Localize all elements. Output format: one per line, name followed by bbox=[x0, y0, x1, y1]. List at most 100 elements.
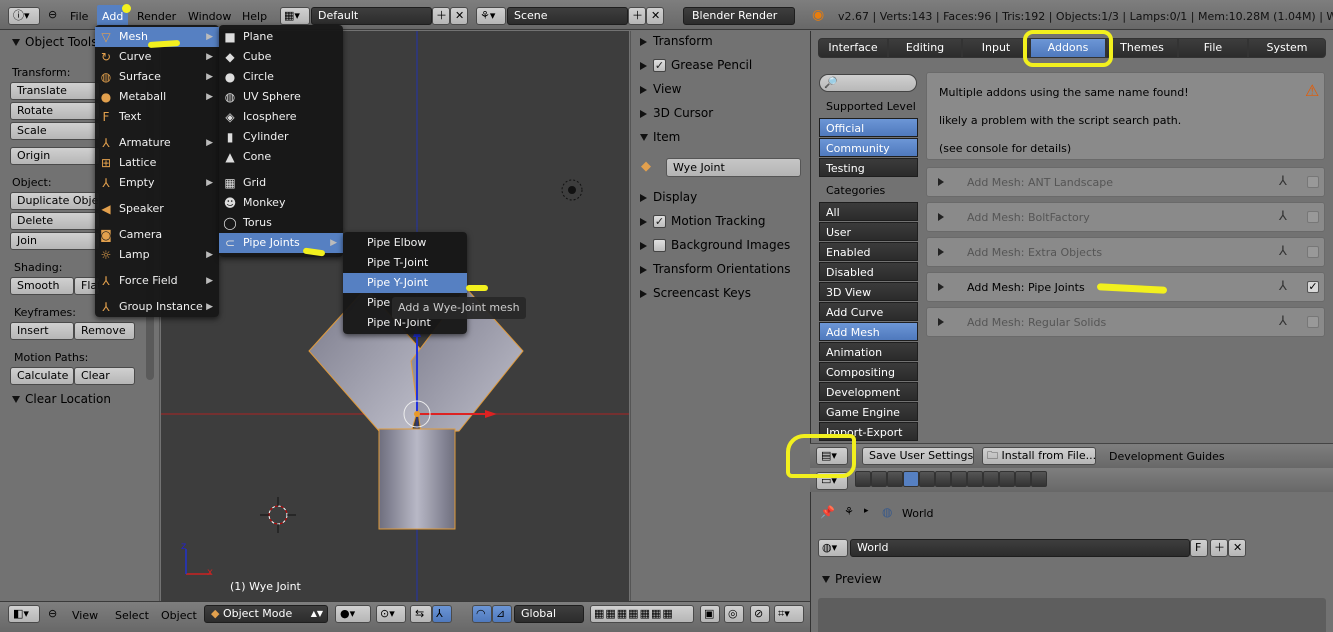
motion-tracking-panel-header[interactable]: ✓ Motion Tracking bbox=[640, 211, 765, 231]
3d-cursor-panel-header[interactable]: 3D Cursor bbox=[640, 103, 713, 123]
join-button[interactable]: Join bbox=[10, 232, 100, 250]
category-development[interactable]: Development bbox=[819, 382, 918, 401]
menu-render[interactable]: Render bbox=[137, 10, 176, 23]
pref-tab-input[interactable]: Input bbox=[962, 38, 1030, 58]
manipulator-toggle[interactable]: ⇆ bbox=[410, 605, 432, 623]
level-community[interactable]: Community bbox=[819, 138, 918, 157]
level-testing[interactable]: Testing bbox=[819, 158, 918, 177]
mesh-menu-item-cube[interactable]: ◆ Cube bbox=[219, 47, 343, 67]
snap-toggle[interactable]: ⊘ bbox=[750, 605, 770, 623]
object-menu[interactable]: Object bbox=[161, 609, 197, 622]
data-tab-icon[interactable] bbox=[967, 471, 983, 487]
add-menu-item-surface[interactable]: ◍ Surface ▶ bbox=[95, 67, 219, 87]
motion-tracking-checkbox[interactable]: ✓ bbox=[653, 215, 666, 228]
preview-header[interactable]: Preview bbox=[822, 572, 882, 586]
screencast-keys-panel-header[interactable]: Screencast Keys bbox=[640, 283, 751, 303]
category-compositing[interactable]: Compositing bbox=[819, 362, 918, 381]
modifiers-tab-icon[interactable] bbox=[951, 471, 967, 487]
pref-tab-interface[interactable]: Interface bbox=[818, 38, 888, 58]
add-menu-item-armature[interactable]: ⅄ Armature ▶ bbox=[95, 133, 219, 153]
expand-triangle-icon[interactable] bbox=[938, 248, 944, 256]
mesh-menu-item-icosphere[interactable]: ◈ Icosphere bbox=[219, 107, 343, 127]
grease-pencil-checkbox[interactable]: ✓ bbox=[653, 59, 666, 72]
object-tab-icon[interactable] bbox=[919, 471, 935, 487]
scene-field[interactable]: Scene bbox=[507, 7, 628, 25]
pivot-select[interactable]: ⊙▾ bbox=[376, 605, 406, 623]
collapse-icon[interactable]: ⊖ bbox=[48, 8, 57, 21]
background-images-panel-header[interactable]: Background Images bbox=[640, 235, 790, 255]
translate-manipulator-toggle[interactable]: ⅄ bbox=[432, 605, 452, 623]
transform-orientations-panel-header[interactable]: Transform Orientations bbox=[640, 259, 791, 279]
pref-tab-themes[interactable]: Themes bbox=[1106, 38, 1178, 58]
snap-element-select[interactable]: ⌗▾ bbox=[774, 605, 804, 623]
menu-help[interactable]: Help bbox=[242, 10, 267, 23]
particles-tab-icon[interactable] bbox=[1015, 471, 1031, 487]
addon-enable-checkbox[interactable] bbox=[1307, 176, 1319, 188]
pref-tab-system[interactable]: System bbox=[1248, 38, 1326, 58]
category-3d-view[interactable]: 3D View bbox=[819, 282, 918, 301]
clear-button[interactable]: Clear bbox=[74, 367, 135, 385]
addon-enable-checkbox[interactable] bbox=[1307, 316, 1319, 328]
world-remove-button[interactable]: ✕ bbox=[1228, 539, 1246, 557]
translate-button[interactable]: Translate bbox=[10, 82, 100, 100]
world-add-button[interactable]: ＋ bbox=[1210, 539, 1228, 557]
pipe-menu-item-pipe-elbow[interactable]: Pipe Elbow bbox=[343, 233, 467, 253]
mesh-menu-item-pipe-joints[interactable]: ⊂ Pipe Joints ▶ bbox=[219, 233, 343, 253]
category-game-engine[interactable]: Game Engine bbox=[819, 402, 918, 421]
object-tools-header[interactable]: Object Tools bbox=[12, 35, 97, 49]
addon-search-input[interactable]: 🔎 bbox=[819, 74, 917, 92]
remove-keyframe-button[interactable]: Remove bbox=[74, 322, 135, 340]
category-animation[interactable]: Animation bbox=[819, 342, 918, 361]
render-tab-icon[interactable] bbox=[855, 471, 871, 487]
expand-triangle-icon[interactable] bbox=[938, 283, 944, 291]
physics-tab-icon[interactable] bbox=[1031, 471, 1047, 487]
rotate-manipulator-toggle[interactable]: ◠ bbox=[472, 605, 492, 623]
scene-add-button[interactable]: ＋ bbox=[628, 7, 646, 25]
world-tab-icon[interactable] bbox=[903, 471, 919, 487]
mesh-menu-item-uv-sphere[interactable]: ◍ UV Sphere bbox=[219, 87, 343, 107]
orientation-select[interactable]: Global bbox=[514, 605, 584, 623]
scene-remove-button[interactable]: ✕ bbox=[646, 7, 664, 25]
mesh-menu-item-cylinder[interactable]: ▮ Cylinder bbox=[219, 127, 343, 147]
mesh-menu-item-torus[interactable]: ◯ Torus bbox=[219, 213, 343, 233]
viewport-editor-type-button[interactable]: ◧▾ bbox=[8, 605, 40, 623]
category-all[interactable]: All bbox=[819, 202, 918, 221]
scale-button[interactable]: Scale bbox=[10, 122, 100, 140]
origin-button[interactable]: Origin bbox=[10, 147, 100, 165]
editor-type-button[interactable]: ⓘ▾ bbox=[8, 7, 40, 25]
render-engine-select[interactable]: Blender Render bbox=[683, 7, 795, 25]
mesh-menu-item-monkey[interactable]: ☻ Monkey bbox=[219, 193, 343, 213]
clear-location-header[interactable]: Clear Location bbox=[12, 392, 111, 406]
menu-window[interactable]: Window bbox=[188, 10, 231, 23]
material-tab-icon[interactable] bbox=[983, 471, 999, 487]
category-user[interactable]: User bbox=[819, 222, 918, 241]
layout-field[interactable]: Default bbox=[311, 7, 432, 25]
addon-enable-checkbox[interactable] bbox=[1307, 246, 1319, 258]
expand-triangle-icon[interactable] bbox=[938, 318, 944, 326]
texture-tab-icon[interactable] bbox=[999, 471, 1015, 487]
grease-pencil-panel-header[interactable]: ✓ Grease Pencil bbox=[640, 55, 752, 75]
add-menu-item-force-field[interactable]: ⅄ Force Field ▶ bbox=[95, 271, 219, 291]
insert-keyframe-button[interactable]: Insert bbox=[10, 322, 74, 340]
category-add-curve[interactable]: Add Curve bbox=[819, 302, 918, 321]
select-menu[interactable]: Select bbox=[115, 609, 149, 622]
duplicate-button[interactable]: Duplicate Objec bbox=[10, 192, 100, 210]
add-menu-item-metaball[interactable]: ● Metaball ▶ bbox=[95, 87, 219, 107]
render-only-button[interactable]: ◎ bbox=[724, 605, 744, 623]
rotate-button[interactable]: Rotate bbox=[10, 102, 100, 120]
background-images-checkbox[interactable] bbox=[653, 239, 666, 252]
display-panel-header[interactable]: Display bbox=[640, 187, 697, 207]
layers-tab-icon[interactable] bbox=[871, 471, 887, 487]
add-menu-item-group-instance[interactable]: ⅄ Group Instance ▶ bbox=[95, 297, 219, 317]
layout-remove-button[interactable]: ✕ bbox=[450, 7, 468, 25]
scene-type-button[interactable]: ⚘▾ bbox=[476, 7, 506, 25]
viewport-collapse-icon[interactable]: ⊖ bbox=[48, 607, 57, 620]
category-disabled[interactable]: Disabled bbox=[819, 262, 918, 281]
smooth-button[interactable]: Smooth bbox=[10, 277, 74, 295]
delete-button[interactable]: Delete bbox=[10, 212, 100, 230]
level-official[interactable]: Official bbox=[819, 118, 918, 137]
mesh-menu-item-circle[interactable]: ● Circle bbox=[219, 67, 343, 87]
view-panel-header[interactable]: View bbox=[640, 79, 681, 99]
scale-manipulator-toggle[interactable]: ⊿ bbox=[492, 605, 512, 623]
addon-enable-checkbox[interactable]: ✓ bbox=[1307, 281, 1319, 293]
